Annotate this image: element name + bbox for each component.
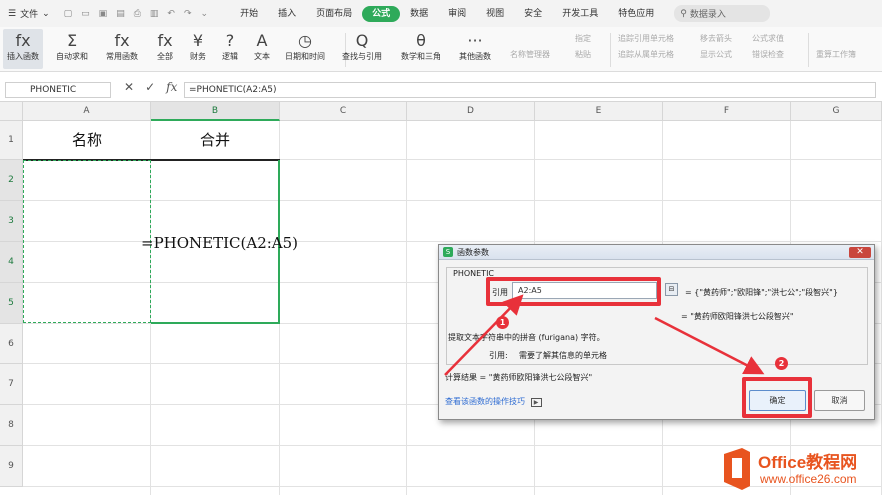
arrow-to-ok <box>654 316 765 375</box>
watermark: Office教程网 www.office26.com <box>718 442 882 495</box>
annotation-arrows <box>444 294 765 376</box>
arrow-to-input <box>444 294 524 376</box>
watermark-url: www.office26.com <box>760 472 857 486</box>
watermark-brand: Office教程网 <box>758 453 858 472</box>
